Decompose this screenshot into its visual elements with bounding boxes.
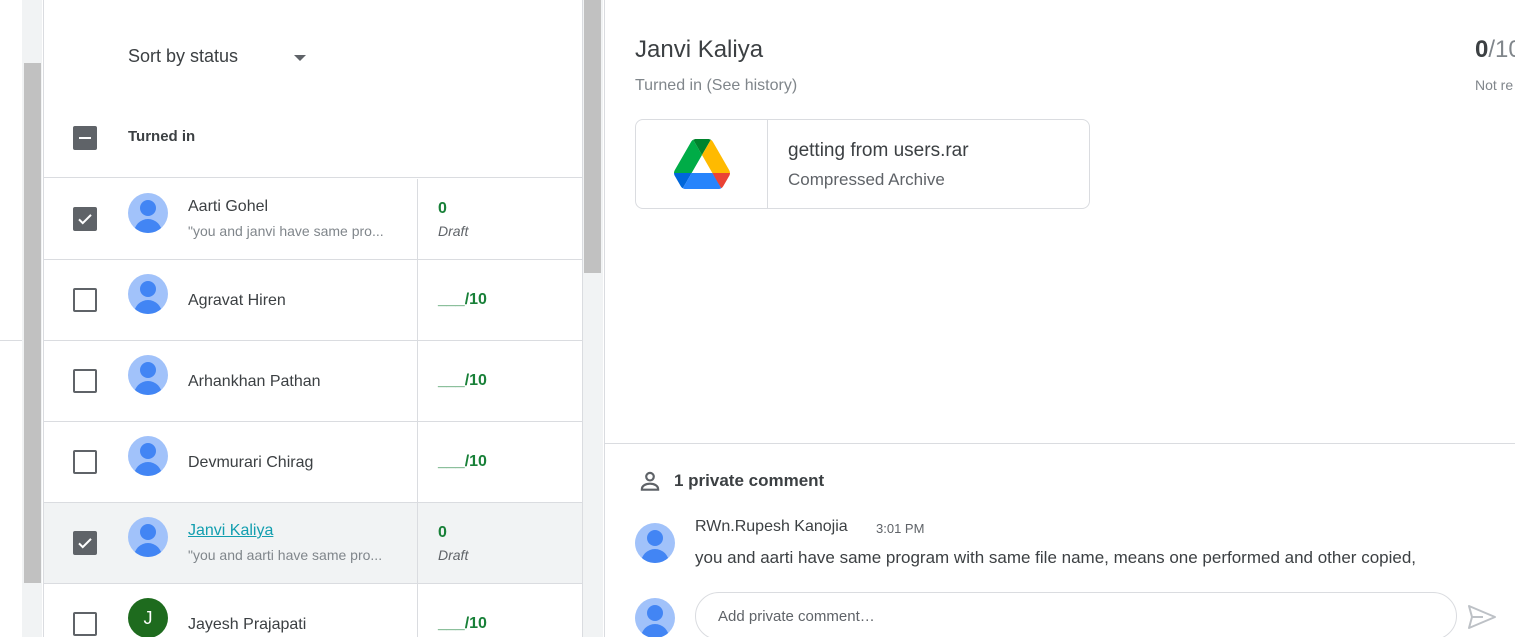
- student-list-panel: Sort by status Turned in Aarti Gohel "yo…: [43, 0, 583, 637]
- student-checkbox[interactable]: [73, 612, 97, 636]
- student-row-selected[interactable]: Janvi Kaliya "you and aarti have same pr…: [44, 503, 582, 584]
- section-title: Turned in: [128, 128, 196, 145]
- student-checkbox[interactable]: [73, 369, 97, 393]
- left-scrollbar-thumb[interactable]: [24, 63, 41, 583]
- column-divider: [417, 584, 418, 637]
- student-name[interactable]: Aarti Gohel: [188, 198, 268, 216]
- column-divider: [417, 179, 418, 259]
- avatar: [128, 517, 168, 557]
- attachment-name: getting from users.rar: [788, 140, 969, 161]
- student-name[interactable]: Arhankhan Pathan: [188, 373, 321, 391]
- list-scrollbar-thumb[interactable]: [584, 0, 601, 273]
- comment-time: 3:01 PM: [876, 521, 925, 536]
- comment-snippet: "you and aarti have same pro...: [188, 547, 383, 563]
- student-checkbox[interactable]: [73, 450, 97, 474]
- send-icon[interactable]: [1467, 604, 1497, 630]
- grade-value[interactable]: ___/10: [438, 372, 487, 390]
- grade-display[interactable]: 0/10: [1475, 36, 1515, 64]
- student-row[interactable]: Aarti Gohel "you and janvi have same pro…: [44, 179, 582, 260]
- comment-author: RWn.Rupesh Kanojia: [695, 518, 848, 535]
- comments-title: 1 private comment: [674, 471, 825, 490]
- sort-label: Sort by status: [128, 46, 239, 66]
- grade-status: Draft: [438, 547, 469, 563]
- grade-value[interactable]: ___/10: [438, 615, 487, 633]
- student-row[interactable]: Arhankhan Pathan ___/10: [44, 341, 582, 422]
- student-checkbox[interactable]: [73, 531, 97, 555]
- avatar: [128, 436, 168, 476]
- student-row[interactable]: Devmurari Chirag ___/10: [44, 422, 582, 503]
- avatar: [128, 355, 168, 395]
- grade-value[interactable]: 0: [438, 524, 447, 542]
- left-divider: [0, 340, 22, 341]
- student-name-link[interactable]: Janvi Kaliya: [188, 522, 273, 540]
- column-divider: [417, 503, 418, 583]
- checkmark-icon: [78, 538, 92, 549]
- student-name[interactable]: Devmurari Chirag: [188, 454, 313, 472]
- google-drive-icon: [673, 139, 730, 189]
- grade-value[interactable]: ___/10: [438, 291, 487, 309]
- grade-value[interactable]: ___/10: [438, 453, 487, 471]
- grade-value[interactable]: 0: [438, 200, 447, 218]
- comment-compose: [635, 592, 1515, 637]
- comment-snippet: "you and janvi have same pro...: [188, 223, 384, 239]
- grading-screen: Sort by status Turned in Aarti Gohel "yo…: [0, 0, 1515, 637]
- private-comment-input[interactable]: [695, 592, 1457, 637]
- grade-status: Draft: [438, 223, 469, 239]
- submission-detail-panel: Janvi Kaliya Turned in (See history) 0/1…: [604, 0, 1515, 637]
- column-divider: [417, 422, 418, 502]
- private-comments-section: 1 private comment RWn.Rupesh Kanojia 3:0…: [605, 443, 1515, 637]
- attachment-thumbnail: [636, 120, 768, 208]
- grade-value: 0: [1475, 36, 1489, 63]
- person-icon: [640, 471, 660, 491]
- attachment-card[interactable]: getting from users.rar Compressed Archiv…: [635, 119, 1090, 209]
- select-all-checkbox[interactable]: [73, 126, 97, 150]
- student-row[interactable]: J Jayesh Prajapati ___/10: [44, 584, 582, 637]
- left-strip: [0, 0, 24, 637]
- avatar: [635, 523, 675, 563]
- indeterminate-dash-icon: [79, 137, 91, 139]
- student-row[interactable]: Agravat Hiren ___/10: [44, 260, 582, 341]
- comment-text: you and aarti have same program with sam…: [695, 548, 1417, 567]
- avatar-initial: J: [128, 598, 168, 637]
- column-divider: [417, 341, 418, 421]
- student-title: Janvi Kaliya: [635, 36, 764, 63]
- grade-denominator: /10: [1488, 36, 1515, 63]
- student-checkbox[interactable]: [73, 207, 97, 231]
- avatar: [128, 274, 168, 314]
- student-checkbox[interactable]: [73, 288, 97, 312]
- grade-subtext: Not re: [1475, 77, 1514, 93]
- sort-dropdown[interactable]: Sort by status: [128, 46, 307, 67]
- student-name[interactable]: Agravat Hiren: [188, 292, 286, 310]
- avatar: [635, 598, 675, 637]
- checkmark-icon: [78, 214, 92, 225]
- attachment-type: Compressed Archive: [788, 170, 945, 189]
- submission-status-link[interactable]: Turned in (See history): [635, 77, 797, 95]
- avatar: [128, 193, 168, 233]
- column-divider: [417, 260, 418, 340]
- comments-header: 1 private comment: [637, 468, 824, 494]
- student-name[interactable]: Jayesh Prajapati: [188, 616, 306, 634]
- turned-in-section-header: Turned in: [44, 98, 582, 178]
- dropdown-arrow-icon: [294, 54, 307, 61]
